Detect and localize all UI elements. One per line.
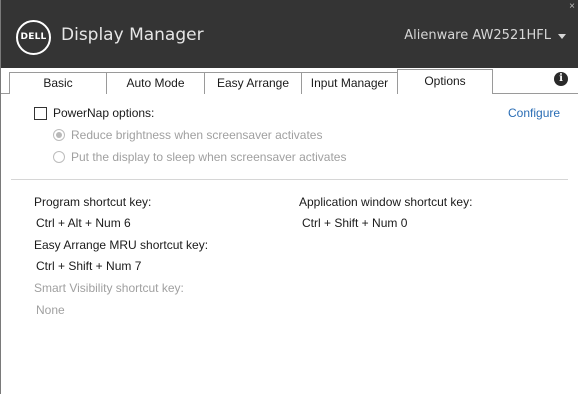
title-bar[interactable]: DELL Display Manager Alienware AW2521HFL… [1,0,578,68]
monitor-selector[interactable]: Alienware AW2521HFL [404,28,566,43]
app-title: Display Manager [61,25,204,45]
configure-link[interactable]: Configure [508,106,560,120]
powernap-checkbox[interactable] [34,107,47,120]
app-window-shortcut-field[interactable]: Ctrl + Shift + Num 0 [302,216,407,230]
tab-basic[interactable]: Basic [9,72,107,94]
app-window-shortcut-label: Application window shortcut key: [299,195,473,209]
monitor-name: Alienware AW2521HFL [404,28,551,43]
easy-arrange-shortcut-field[interactable]: Ctrl + Shift + Num 7 [36,259,141,273]
powernap-label: PowerNap options: [53,106,155,120]
dell-logo-text: DELL [20,32,47,42]
close-icon[interactable]: × [569,2,575,12]
smart-visibility-shortcut-label: Smart Visibility shortcut key: [34,281,184,295]
display-manager-window: DELL Display Manager Alienware AW2521HFL… [0,0,578,394]
display-sleep-label: Put the display to sleep when screensave… [71,150,347,164]
program-shortcut-field[interactable]: Ctrl + Alt + Num 6 [36,216,131,230]
reduce-brightness-label: Reduce brightness when screensaver activ… [71,128,323,142]
section-divider [11,179,568,180]
dell-logo: DELL [16,20,51,55]
tab-auto-mode[interactable]: Auto Mode [106,72,205,94]
info-icon[interactable]: i [554,72,568,86]
display-sleep-radio[interactable] [53,151,65,163]
smart-visibility-shortcut-field: None [36,303,65,317]
chevron-down-icon [558,34,566,39]
easy-arrange-shortcut-label: Easy Arrange MRU shortcut key: [34,238,209,252]
tab-input-manager[interactable]: Input Manager [301,72,398,94]
program-shortcut-label: Program shortcut key: [34,195,152,209]
reduce-brightness-radio[interactable] [53,129,65,141]
tab-easy-arrange[interactable]: Easy Arrange [204,72,302,94]
tab-options[interactable]: Options [397,69,493,94]
